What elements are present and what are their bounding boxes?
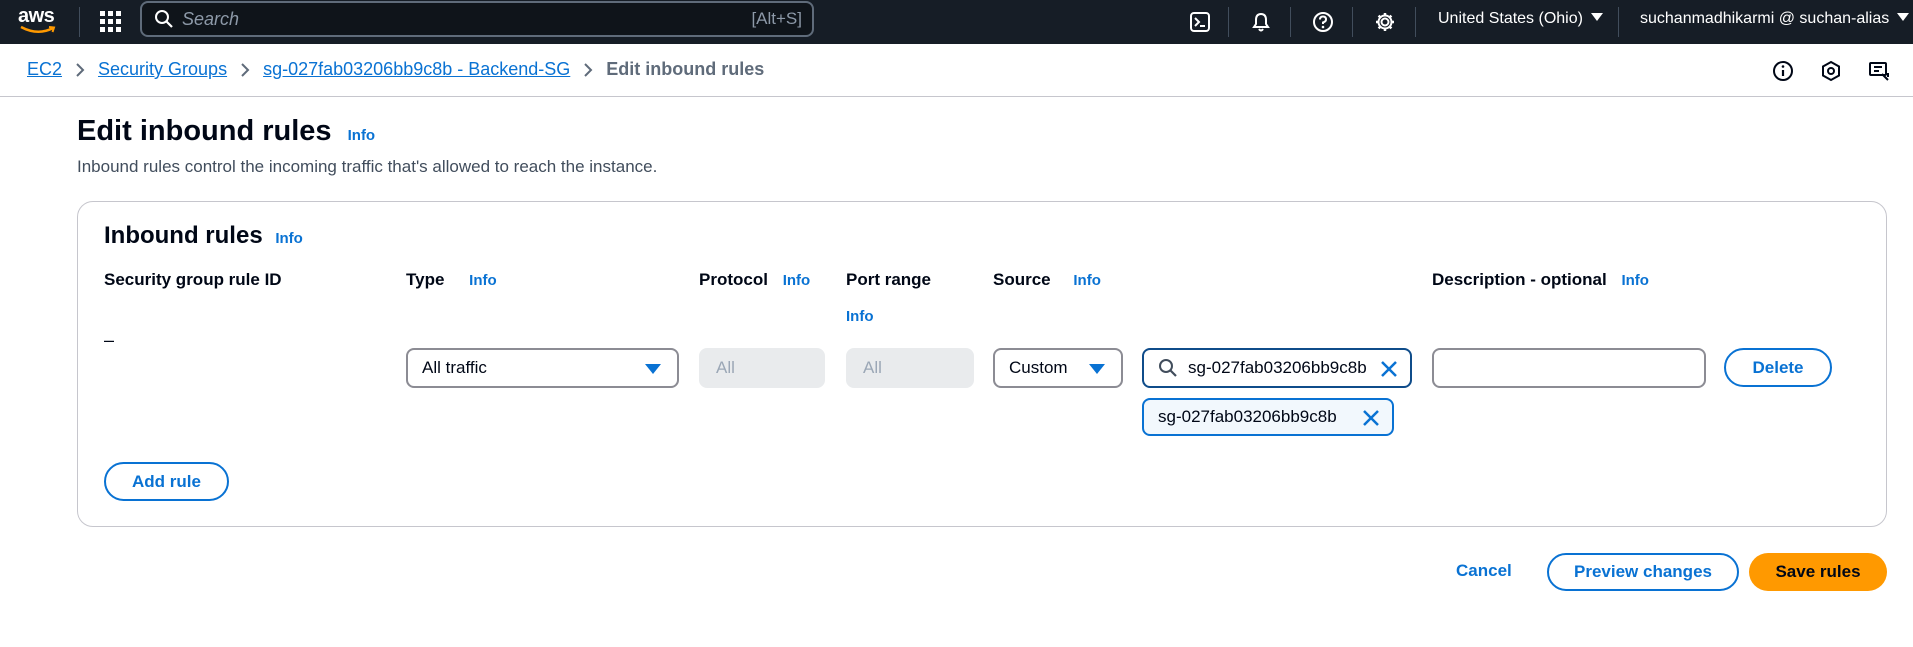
protocol-info-link[interactable]: Info — [783, 272, 811, 289]
nav-divider — [1352, 7, 1353, 37]
nav-divider — [1228, 7, 1229, 37]
inbound-rules-title: Inbound rules Info — [104, 222, 303, 250]
col-header-rule-id-label: Security group rule ID — [104, 270, 282, 289]
remove-token-icon[interactable] — [1362, 409, 1380, 427]
bell-icon[interactable] — [1246, 7, 1276, 37]
inbound-rules-container: Inbound rules Info Security group rule I… — [77, 201, 1887, 527]
caret-down-icon — [1089, 364, 1105, 374]
protocol-field: All — [699, 348, 825, 388]
col-header-source: Source Info — [993, 270, 1101, 290]
inbound-rules-info-link[interactable]: Info — [275, 230, 303, 247]
feedback-icon[interactable] — [1866, 58, 1892, 84]
description-info-link[interactable]: Info — [1621, 272, 1649, 289]
type-select-value: All traffic — [422, 358, 487, 377]
security-shield-icon[interactable] — [1818, 58, 1844, 84]
account-label: suchanmadhikarmi @ suchan-alias — [1640, 10, 1890, 27]
col-header-port-range: Port range — [846, 270, 931, 290]
chevron-right-icon — [570, 62, 606, 78]
page-description: Inbound rules control the incoming traff… — [77, 157, 658, 176]
port-range-info: Info — [846, 306, 874, 326]
description-input[interactable] — [1432, 348, 1706, 388]
cloudshell-icon[interactable] — [1185, 7, 1215, 37]
cancel-button[interactable]: Cancel — [1456, 561, 1512, 581]
inbound-rules-title-text: Inbound rules — [104, 222, 263, 249]
caret-down-icon — [1590, 13, 1603, 21]
nav-divider — [1290, 7, 1291, 37]
port-range-field: All — [846, 348, 974, 388]
nav-divider — [1618, 7, 1619, 37]
info-panel-icon[interactable] — [1770, 58, 1796, 84]
nav-divider — [1415, 7, 1416, 37]
search-shortcut: [Alt+S] — [751, 9, 802, 28]
breadcrumb-bar: EC2 Security Groups sg-027fab03206bb9c8b… — [0, 44, 1913, 97]
col-header-source-label: Source — [993, 270, 1051, 289]
col-header-rule-id: Security group rule ID — [104, 270, 282, 290]
region-label: United States (Ohio) — [1438, 10, 1583, 27]
breadcrumb-security-groups[interactable]: Security Groups — [98, 59, 227, 80]
clear-icon[interactable] — [1380, 360, 1398, 378]
breadcrumb: EC2 Security Groups sg-027fab03206bb9c8b… — [27, 59, 764, 80]
aws-smile-icon — [20, 25, 56, 33]
region-selector[interactable]: United States (Ohio) — [1438, 10, 1603, 28]
aws-logo[interactable]: aws — [18, 4, 60, 38]
source-search-value: sg-027fab03206bb9c8b — [1188, 358, 1367, 377]
services-grid-icon[interactable] — [97, 8, 123, 34]
breadcrumb-security-group[interactable]: sg-027fab03206bb9c8b - Backend-SG — [263, 59, 570, 80]
col-header-description-label: Description - optional — [1432, 270, 1607, 289]
port-range-value: All — [863, 358, 882, 377]
preview-changes-button[interactable]: Preview changes — [1547, 553, 1739, 591]
chevron-right-icon — [227, 62, 263, 78]
rule-id-value: – — [104, 330, 115, 350]
source-type-value: Custom — [1009, 358, 1068, 377]
search-input[interactable] — [182, 8, 722, 30]
source-token: sg-027fab03206bb9c8b — [1142, 398, 1394, 436]
breadcrumb-current: Edit inbound rules — [606, 59, 765, 79]
type-select[interactable]: All traffic — [406, 348, 679, 388]
breadcrumb-ec2[interactable]: EC2 — [27, 59, 62, 80]
page-title-text: Edit inbound rules — [77, 115, 332, 147]
delete-rule-button[interactable]: Delete — [1724, 348, 1832, 387]
top-navigation: aws [Alt+S] — [0, 0, 1913, 44]
nav-divider — [79, 7, 80, 37]
source-info-link[interactable]: Info — [1073, 272, 1101, 289]
source-search-input[interactable]: sg-027fab03206bb9c8b — [1142, 348, 1412, 388]
search-icon — [155, 10, 173, 28]
chevron-right-icon — [62, 62, 98, 78]
col-header-type: Type Info — [406, 270, 497, 290]
add-rule-button[interactable]: Add rule — [104, 462, 229, 501]
port-range-info-link[interactable]: Info — [846, 308, 874, 325]
account-menu[interactable]: suchanmadhikarmi @ suchan-alias — [1640, 10, 1910, 28]
gear-icon[interactable] — [1370, 7, 1400, 37]
save-rules-button[interactable]: Save rules — [1749, 553, 1887, 591]
caret-down-icon — [1897, 13, 1910, 21]
help-icon[interactable] — [1308, 7, 1338, 37]
col-header-type-label: Type — [406, 270, 445, 289]
page-title: Edit inbound rules Info — [77, 115, 375, 148]
global-search[interactable]: [Alt+S] — [140, 1, 814, 37]
col-header-protocol: Protocol Info — [699, 270, 810, 290]
page-info-link[interactable]: Info — [348, 127, 376, 144]
type-info-link[interactable]: Info — [469, 272, 497, 289]
protocol-value: All — [716, 358, 735, 377]
col-header-description: Description - optional Info — [1432, 270, 1649, 290]
caret-down-icon — [645, 364, 661, 374]
source-token-label: sg-027fab03206bb9c8b — [1158, 407, 1337, 426]
col-header-port-range-label: Port range — [846, 270, 932, 289]
search-icon — [1159, 359, 1177, 377]
source-type-select[interactable]: Custom — [993, 348, 1123, 388]
col-header-protocol-label: Protocol — [699, 270, 768, 289]
